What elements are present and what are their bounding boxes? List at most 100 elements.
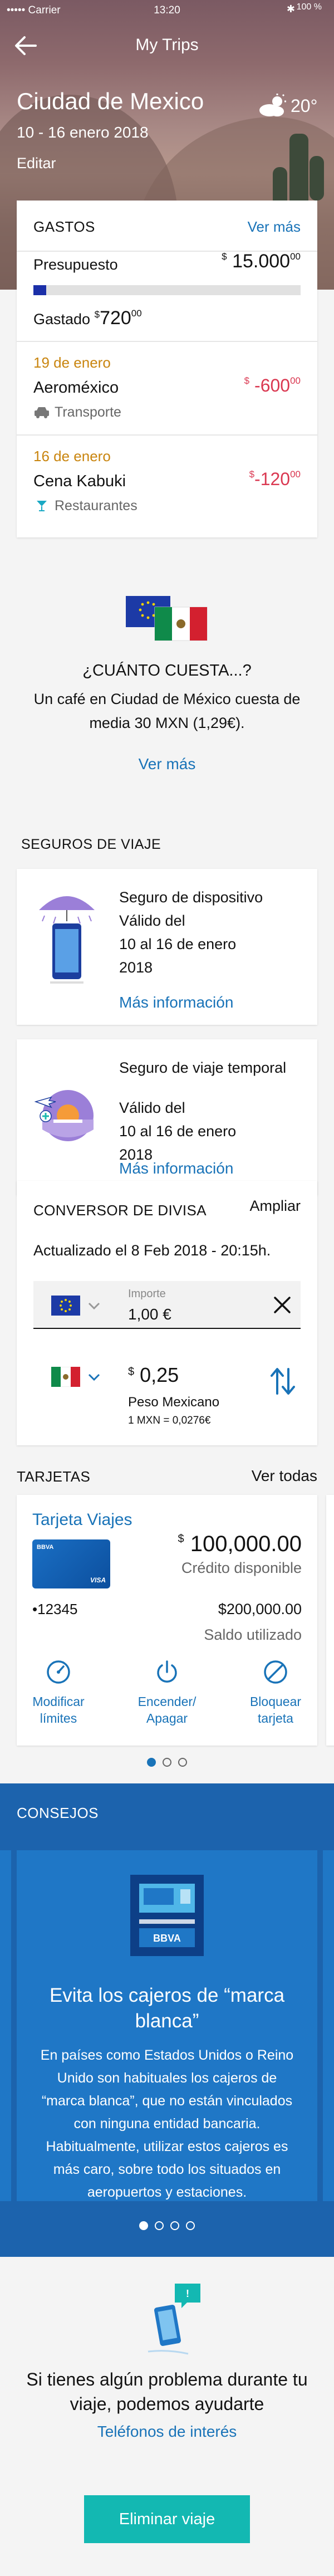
flags-icon xyxy=(126,596,208,641)
phone-umbrella-icon xyxy=(39,896,95,984)
tips-title: CONSEJOS xyxy=(17,1805,99,1821)
budget-label: Presupuesto xyxy=(33,256,118,273)
cactus-decoration xyxy=(310,156,324,201)
card-name-link[interactable]: Tarjeta Viajes xyxy=(32,1511,132,1529)
chevron-down-icon[interactable] xyxy=(88,1302,100,1310)
insurance-card[interactable]: Seguro de dispositivo Válido del 10 al 1… xyxy=(17,869,317,1025)
budget-progress-fill xyxy=(33,285,47,295)
block-icon xyxy=(264,1660,287,1684)
partly-cloudy-icon xyxy=(259,94,286,116)
available-credit-label: Crédito disponible xyxy=(181,1560,302,1576)
temperature: 20° xyxy=(291,96,318,116)
page-dot[interactable] xyxy=(178,1758,187,1767)
used-balance-label: Saldo utilizado xyxy=(204,1626,302,1643)
chevron-down-icon[interactable] xyxy=(88,1373,100,1381)
nav-bar: My Trips xyxy=(0,29,334,62)
next-tip-peek[interactable] xyxy=(323,1850,334,2201)
spent-amount: Gastado $72000 xyxy=(33,307,142,329)
page-dot[interactable] xyxy=(139,2221,148,2230)
cost-description: Un café en Ciudad de México cuesta de me… xyxy=(33,691,301,731)
insurance-details: Seguro de dispositivo Válido del 10 al 1… xyxy=(119,889,263,976)
trip-dates: 10 - 16 enero 2018 xyxy=(17,124,149,141)
help-text: Si tienes algún problema durante tu viaj… xyxy=(26,2369,308,2414)
delete-trip-button[interactable]: Eliminar viaje xyxy=(84,2495,250,2543)
used-balance: $200,000.00 xyxy=(218,1601,302,1617)
travel-icon xyxy=(35,1090,94,1141)
transaction-amount: $-12000 xyxy=(249,469,301,489)
divider xyxy=(17,341,317,342)
svg-text:!: ! xyxy=(186,2288,189,2299)
tips-section: CONSEJOS BBVA Evita los cajeros de “marc… xyxy=(0,1783,334,2257)
close-icon[interactable] xyxy=(273,1296,292,1314)
budget-progress-bar xyxy=(33,285,301,295)
gauge-icon xyxy=(47,1660,70,1684)
amount-input-label: Importe xyxy=(128,1288,166,1300)
car-icon xyxy=(35,407,49,418)
converted-amount: $ 0,25 xyxy=(128,1363,179,1386)
insurance-more-info-link[interactable]: Más información xyxy=(119,994,233,1011)
converter-title: CONVERSOR DE DIVISA xyxy=(33,1202,207,1219)
trip-city: Ciudad de Mexico xyxy=(17,88,204,114)
page-dot[interactable] xyxy=(163,1758,171,1767)
tips-page-indicator[interactable] xyxy=(0,2221,334,2233)
transaction-category: Restaurantes xyxy=(33,498,137,514)
card-number: •12345 xyxy=(32,1601,78,1617)
page-title: My Trips xyxy=(135,36,199,54)
bluetooth-icon: ✱ xyxy=(286,3,295,14)
credit-card-panel[interactable]: Tarjeta Viajes BBVA VISA •12345 $ 100,00… xyxy=(17,1495,317,1746)
edit-trip-link[interactable]: Editar xyxy=(17,155,56,172)
page-dot[interactable] xyxy=(155,2221,164,2230)
page-dot[interactable] xyxy=(170,2221,179,2230)
transaction-date: 16 de enero xyxy=(33,448,111,465)
converter-updated-text: Actualizado el 8 Feb 2018 - 20:15h. xyxy=(33,1242,271,1259)
page-dot[interactable] xyxy=(147,1758,156,1767)
status-bar: ••••• Carrier 13:20 ✱ 100 % xyxy=(0,0,334,22)
useful-phones-link[interactable]: Teléfonos de interés xyxy=(0,2423,334,2441)
insurance-card[interactable]: Seguro de viaje temporal Válido del 10 a… xyxy=(17,1039,317,1195)
cards-see-all-link[interactable]: Ver todas xyxy=(252,1467,317,1485)
mexico-flag-icon[interactable] xyxy=(51,1367,80,1387)
previous-tip-peek[interactable] xyxy=(0,1850,11,2201)
transaction-name: Cena Kabuki xyxy=(33,472,126,490)
expenses-card: GASTOS Ver más Presupuesto $ 15.00000 Ga… xyxy=(17,201,317,537)
tip-card[interactable]: BBVA Evita los cajeros de “marca blanca”… xyxy=(17,1850,317,2201)
battery-label: 100 % xyxy=(296,2,322,12)
insurance-more-info-link[interactable]: Más información xyxy=(119,1160,233,1177)
amount-input[interactable]: Importe 1,00 € xyxy=(33,1281,301,1329)
cost-title: ¿CUÁNTO CUESTA...? xyxy=(82,662,252,680)
expenses-title: GASTOS xyxy=(33,218,95,235)
transaction-category: Transporte xyxy=(33,404,121,421)
amount-input-value[interactable]: 1,00 € xyxy=(128,1306,171,1323)
svg-text:BBVA: BBVA xyxy=(153,1933,181,1944)
block-card-button[interactable]: Bloquear tarjeta xyxy=(234,1659,317,1727)
tip-heading: Evita los cajeros de “marca blanca” xyxy=(49,1984,285,2032)
phone-chat-icon: ! xyxy=(148,2284,200,2355)
transaction-name: Aeroméxico xyxy=(33,379,119,397)
next-card-peek[interactable] xyxy=(326,1495,334,1746)
card-image: BBVA VISA xyxy=(32,1539,110,1588)
page-dot[interactable] xyxy=(186,2221,195,2230)
exchange-rate: 1 MXN = 0,0276€ xyxy=(128,1415,211,1426)
converter-expand-button[interactable]: Ampliar xyxy=(249,1197,301,1215)
divider xyxy=(17,434,317,436)
power-toggle-button[interactable]: Encender/Apagar xyxy=(125,1659,209,1727)
expenses-see-more-link[interactable]: Ver más xyxy=(248,218,301,236)
swap-icon[interactable] xyxy=(269,1366,296,1397)
modify-limits-button[interactable]: Modificar límites xyxy=(17,1659,100,1727)
currency-converter-card: CONVERSOR DE DIVISA Ampliar Actualizado … xyxy=(17,1181,317,1445)
insurance-details: Seguro de viaje temporal Válido del 10 a… xyxy=(119,1059,287,1163)
status-time: 13:20 xyxy=(154,4,180,16)
cost-see-more-link[interactable]: Ver más xyxy=(0,755,334,773)
tip-body: En países como Estados Unidos o Reino Un… xyxy=(40,2047,294,2200)
transaction-amount: $ -60000 xyxy=(244,375,301,395)
converted-currency-name: Peso Mexicano xyxy=(128,1395,220,1410)
cocktail-icon xyxy=(37,501,47,511)
atm-icon: BBVA xyxy=(130,1875,204,1956)
power-icon xyxy=(157,1660,177,1683)
cards-page-indicator[interactable] xyxy=(0,1758,334,1770)
eu-flag-icon[interactable] xyxy=(51,1296,80,1316)
available-credit: $ 100,000.00 xyxy=(178,1532,302,1556)
cards-section-title: TARJETAS xyxy=(17,1468,91,1485)
transaction-date: 19 de enero xyxy=(33,354,111,371)
insurance-section-title: SEGUROS DE VIAJE xyxy=(21,837,161,852)
